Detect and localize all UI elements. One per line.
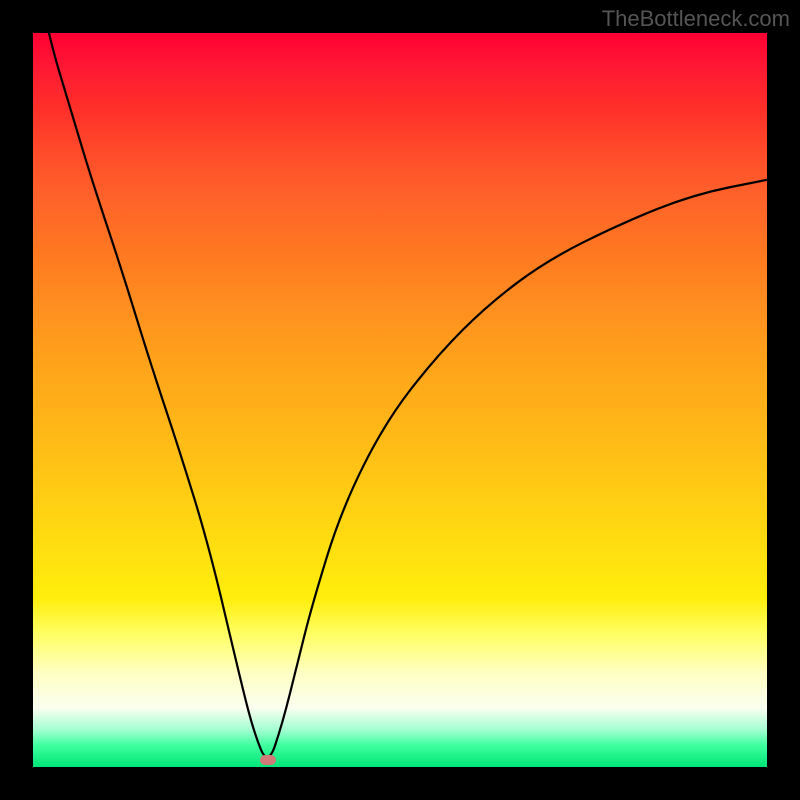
- attribution-text: TheBottleneck.com: [602, 6, 790, 32]
- plot-area: [33, 33, 767, 767]
- chart-frame: TheBottleneck.com: [0, 0, 800, 800]
- curve-svg: [33, 33, 767, 767]
- bottleneck-curve-path: [33, 33, 767, 757]
- optimal-marker: [260, 755, 276, 765]
